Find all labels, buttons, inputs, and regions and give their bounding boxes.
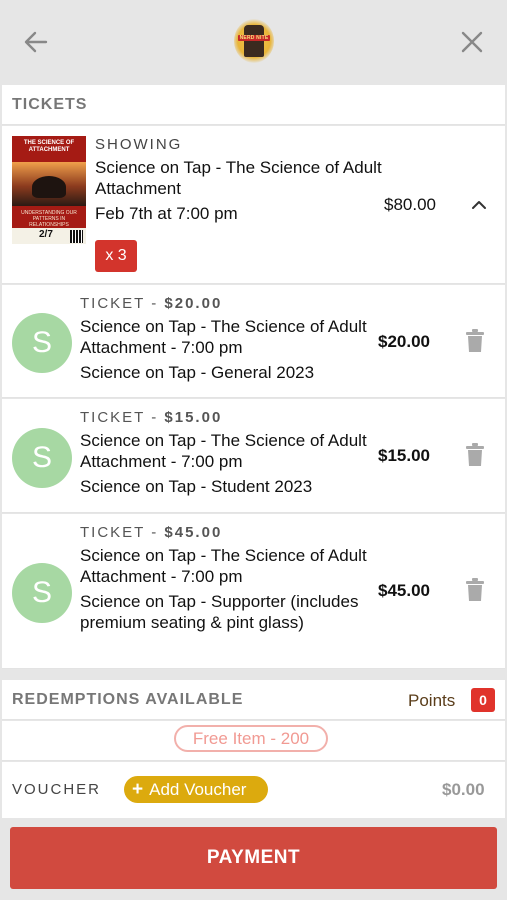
voucher-amount: $0.00 <box>442 780 485 799</box>
redemption-options: Free Item - 200 <box>2 721 505 761</box>
ticket-type: Science on Tap - Supporter (includes pre… <box>80 592 359 632</box>
ticket-price: $15.00 <box>378 446 430 465</box>
ticket-header: TICKET - $15.00 <box>80 409 222 426</box>
points-badge: 0 <box>471 688 495 712</box>
showing-card: THE SCIENCE OF ATTACHMENT UNDERSTANDING … <box>2 126 505 284</box>
free-item-chip[interactable]: Free Item - 200 <box>174 725 328 752</box>
showing-label: SHOWING <box>95 136 183 153</box>
ticket-header-prefix: TICKET - <box>80 295 165 312</box>
tickets-section-title: TICKETS <box>12 96 88 113</box>
ticket-row: S TICKET - $20.00 Science on Tap - The S… <box>2 285 505 398</box>
showing-title: Science on Tap - The Science of Adult At… <box>95 158 382 198</box>
ticket-header-amount: $15.00 <box>164 409 223 426</box>
showing-price: $80.00 <box>384 195 436 214</box>
venue-logo: NERD NITE <box>234 19 274 63</box>
ticket-header-prefix: TICKET - <box>80 409 165 426</box>
ticket-name: Science on Tap - The Science of Adult At… <box>80 546 367 586</box>
redemptions-header: REDEMPTIONS AVAILABLE Points 0 <box>2 680 505 720</box>
chevron-up-icon[interactable] <box>470 196 488 214</box>
add-voucher-button[interactable]: + Add Voucher <box>124 776 268 803</box>
top-bar: NERD NITE <box>0 0 507 85</box>
trash-icon[interactable] <box>465 329 485 353</box>
payment-button[interactable]: PAYMENT <box>10 827 497 889</box>
logo-figure <box>244 25 264 57</box>
avatar: S <box>12 313 72 373</box>
poster-subtitle: UNDERSTANDING OUR PATTERNS IN RELATIONSH… <box>21 210 77 228</box>
trash-icon[interactable] <box>465 578 485 602</box>
trash-icon[interactable] <box>465 443 485 467</box>
poster-hands <box>32 176 66 198</box>
tickets-section-header: TICKETS <box>2 85 505 125</box>
voucher-label: VOUCHER <box>12 781 102 798</box>
ticket-name: Science on Tap - The Science of Adult At… <box>80 431 367 471</box>
close-icon[interactable] <box>459 29 485 55</box>
arrow-left-icon[interactable] <box>22 28 50 56</box>
ticket-name: Science on Tap - The Science of Adult At… <box>80 317 367 357</box>
ticket-type: Science on Tap - Student 2023 <box>80 477 313 496</box>
avatar: S <box>12 563 72 623</box>
plus-icon: + <box>132 779 144 800</box>
ticket-header-prefix: TICKET - <box>80 524 165 541</box>
redemptions-title: REDEMPTIONS AVAILABLE <box>12 691 244 708</box>
ticket-header: TICKET - $20.00 <box>80 295 222 312</box>
poster-date: 2/7 <box>39 229 53 240</box>
voucher-row: VOUCHER + Add Voucher $0.00 <box>2 762 505 818</box>
ticket-header: TICKET - $45.00 <box>80 524 222 541</box>
event-poster: THE SCIENCE OF ATTACHMENT UNDERSTANDING … <box>12 136 86 244</box>
quantity-badge: x 3 <box>95 240 137 272</box>
ticket-row: S TICKET - $45.00 Science on Tap - The S… <box>2 514 505 669</box>
add-voucher-label: Add Voucher <box>149 780 247 799</box>
avatar: S <box>12 428 72 488</box>
ticket-header-amount: $45.00 <box>164 524 223 541</box>
poster-title: THE SCIENCE OF ATTACHMENT <box>23 140 75 153</box>
ticket-type: Science on Tap - General 2023 <box>80 363 315 382</box>
logo-text: NERD NITE <box>239 35 269 41</box>
points-label: Points <box>408 691 456 710</box>
ticket-row: S TICKET - $15.00 Science on Tap - The S… <box>2 399 505 513</box>
ticket-header-amount: $20.00 <box>164 295 223 312</box>
ticket-price: $20.00 <box>378 332 430 351</box>
ticket-price: $45.00 <box>378 581 430 600</box>
qr-code-icon <box>70 230 83 243</box>
showing-date: Feb 7th at 7:00 pm <box>95 204 238 223</box>
